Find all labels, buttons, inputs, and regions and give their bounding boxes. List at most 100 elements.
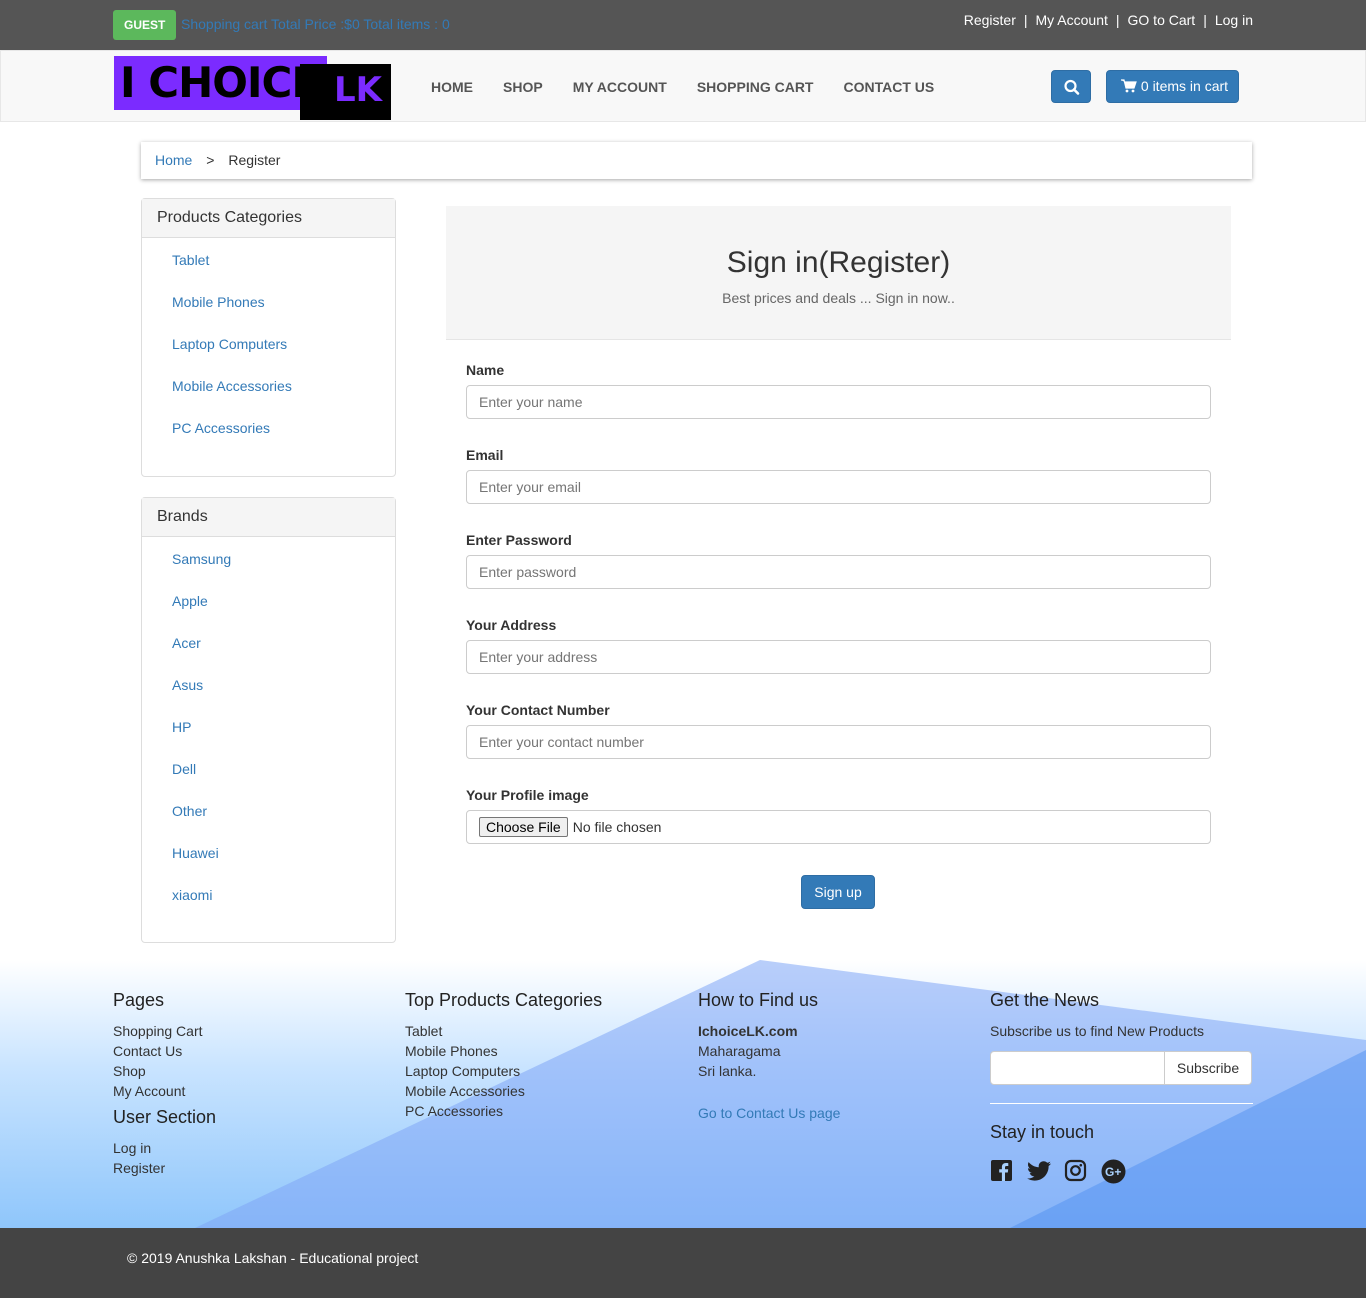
address-group: Your Address [466,617,1211,674]
separator: | [1203,12,1207,28]
contact-input[interactable] [466,725,1211,759]
footer-category-mobile-accessories[interactable]: Mobile Accessories [405,1081,602,1101]
name-label: Name [466,362,505,378]
footer-site-name: IchoiceLK.com [698,1023,798,1039]
address-input[interactable] [466,640,1211,674]
contact-label: Your Contact Number [466,702,610,718]
brand-link-acer[interactable]: Acer [172,635,395,677]
footer-category-mobile-phones[interactable]: Mobile Phones [405,1041,602,1061]
copyright-text: © 2019 Anushka Lakshan - Educational pro… [127,1250,419,1266]
footer-category-pc-accessories[interactable]: PC Accessories [405,1101,602,1121]
category-link-pc-accessories[interactable]: PC Accessories [172,420,395,462]
logo[interactable]: I CHOICE LK [114,56,391,120]
top-link-log-in[interactable]: Log in [1215,12,1253,28]
top-links: Register | My Account | GO to Cart | Log in [964,12,1253,28]
categories-panel: Products Categories Tablet Mobile Phones… [141,198,396,477]
separator: | [1023,12,1028,28]
profile-image-input[interactable]: Choose File No file chosen [466,810,1211,844]
profile-image-group: Your Profile image Choose File No file c… [466,787,1211,844]
category-link-mobile-accessories[interactable]: Mobile Accessories [172,378,395,420]
breadcrumb-home[interactable]: Home [155,152,192,168]
footer-category-tablet[interactable]: Tablet [405,1021,602,1041]
guest-badge[interactable]: GUEST [113,10,177,40]
social-icons: G+ [990,1159,1253,1184]
footer-link-contact-us[interactable]: Contact Us [113,1041,216,1061]
nav-shop[interactable]: SHOP [503,79,543,95]
cart-summary-link[interactable]: Shopping cart Total Price :$0 Total item… [181,16,450,32]
footer-news: Get the News Subscribe us to find New Pr… [990,990,1253,1184]
footer-contact-link[interactable]: Go to Contact Us page [698,1103,840,1123]
category-link-mobile-phones[interactable]: Mobile Phones [172,294,395,336]
footer-link-log-in[interactable]: Log in [113,1138,216,1158]
footer-top-categories: Top Products Categories Tablet Mobile Ph… [405,990,602,1121]
page-subtitle: Best prices and deals ... Sign in now.. [722,290,955,306]
brand-link-other[interactable]: Other [172,803,395,845]
google-plus-icon[interactable]: G+ [1101,1159,1126,1184]
brands-list: Samsung Apple Acer Asus HP Dell Other Hu… [142,537,395,929]
page-title: Sign in(Register) [726,246,951,279]
brand-link-apple[interactable]: Apple [172,593,395,635]
brand-link-xiaomi[interactable]: xiaomi [172,887,395,929]
logo-text-main: I CHOICE [120,58,320,107]
footer-find-us: How to Find us IchoiceLK.com Maharagama … [698,990,840,1123]
sign-up-button[interactable]: Sign up [801,875,875,909]
footer-category-laptop-computers[interactable]: Laptop Computers [405,1061,602,1081]
top-link-go-to-cart[interactable]: GO to Cart [1128,12,1196,28]
email-label: Email [466,447,504,463]
brand-link-hp[interactable]: HP [172,719,395,761]
separator: | [1115,12,1120,28]
breadcrumb: Home > Register [141,142,1252,179]
choose-file-button[interactable]: Choose File [479,817,568,837]
top-bar: GUEST Shopping cart Total Price :$0 Tota… [0,0,1366,50]
email-group: Email [466,447,1211,504]
categories-list: Tablet Mobile Phones Laptop Computers Mo… [142,238,395,462]
nav-my-account[interactable]: MY ACCOUNT [573,79,667,95]
subscribe-button[interactable]: Subscribe [1165,1051,1252,1085]
password-input[interactable] [466,555,1211,589]
subscribe-input[interactable] [990,1051,1165,1085]
subscribe-form: Subscribe [990,1051,1253,1085]
footer-city: Maharagama [698,1043,781,1059]
address-label: Your Address [466,617,557,633]
logo-text-lk: LK [334,70,383,110]
profile-image-label: Your Profile image [466,787,589,803]
footer-pages-title: Pages [113,990,165,1010]
search-button[interactable] [1051,70,1091,103]
cart-button-label: 0 items in cart [1140,78,1229,94]
brands-title: Brands [142,498,395,537]
nav-home[interactable]: HOME [431,79,473,95]
password-label: Enter Password [466,532,572,548]
top-link-register[interactable]: Register [964,12,1016,28]
nav-shopping-cart[interactable]: SHOPPING CART [697,79,814,95]
navbar: I CHOICE LK HOME SHOP MY ACCOUNT SHOPPIN… [0,50,1366,122]
brand-link-asus[interactable]: Asus [172,677,395,719]
twitter-icon[interactable] [1027,1159,1051,1182]
brand-link-huawei[interactable]: Huawei [172,845,395,887]
nav-contact-us[interactable]: CONTACT US [844,79,935,95]
search-icon [1064,79,1080,95]
brand-link-dell[interactable]: Dell [172,761,395,803]
contact-group: Your Contact Number [466,702,1211,759]
brands-panel: Brands Samsung Apple Acer Asus HP Dell O… [141,497,396,943]
footer-link-register[interactable]: Register [113,1158,216,1178]
name-input[interactable] [466,385,1211,419]
category-link-tablet[interactable]: Tablet [172,252,395,294]
footer-find-us-title: How to Find us [698,990,819,1010]
file-status: No file chosen [572,819,662,835]
footer-link-my-account[interactable]: My Account [113,1081,216,1101]
email-input[interactable] [466,470,1211,504]
footer-news-title: Get the News [990,990,1100,1010]
footer-link-shop[interactable]: Shop [113,1061,216,1081]
top-link-my-account[interactable]: My Account [1036,12,1108,28]
category-link-laptop-computers[interactable]: Laptop Computers [172,336,395,378]
nav-menu: HOME SHOP MY ACCOUNT SHOPPING CART CONTA… [431,79,964,95]
footer-link-shopping-cart[interactable]: Shopping Cart [113,1021,216,1041]
instagram-icon[interactable] [1064,1159,1087,1182]
cart-button[interactable]: 0 items in cart [1106,70,1239,103]
footer-country: Sri lanka. [698,1063,757,1079]
copyright-bar: © 2019 Anushka Lakshan - Educational pro… [0,1228,1366,1298]
footer-pages: Pages Shopping Cart Contact Us Shop My A… [113,990,216,1178]
facebook-icon[interactable] [990,1159,1013,1182]
breadcrumb-separator: > [206,152,215,168]
brand-link-samsung[interactable]: Samsung [172,551,395,593]
